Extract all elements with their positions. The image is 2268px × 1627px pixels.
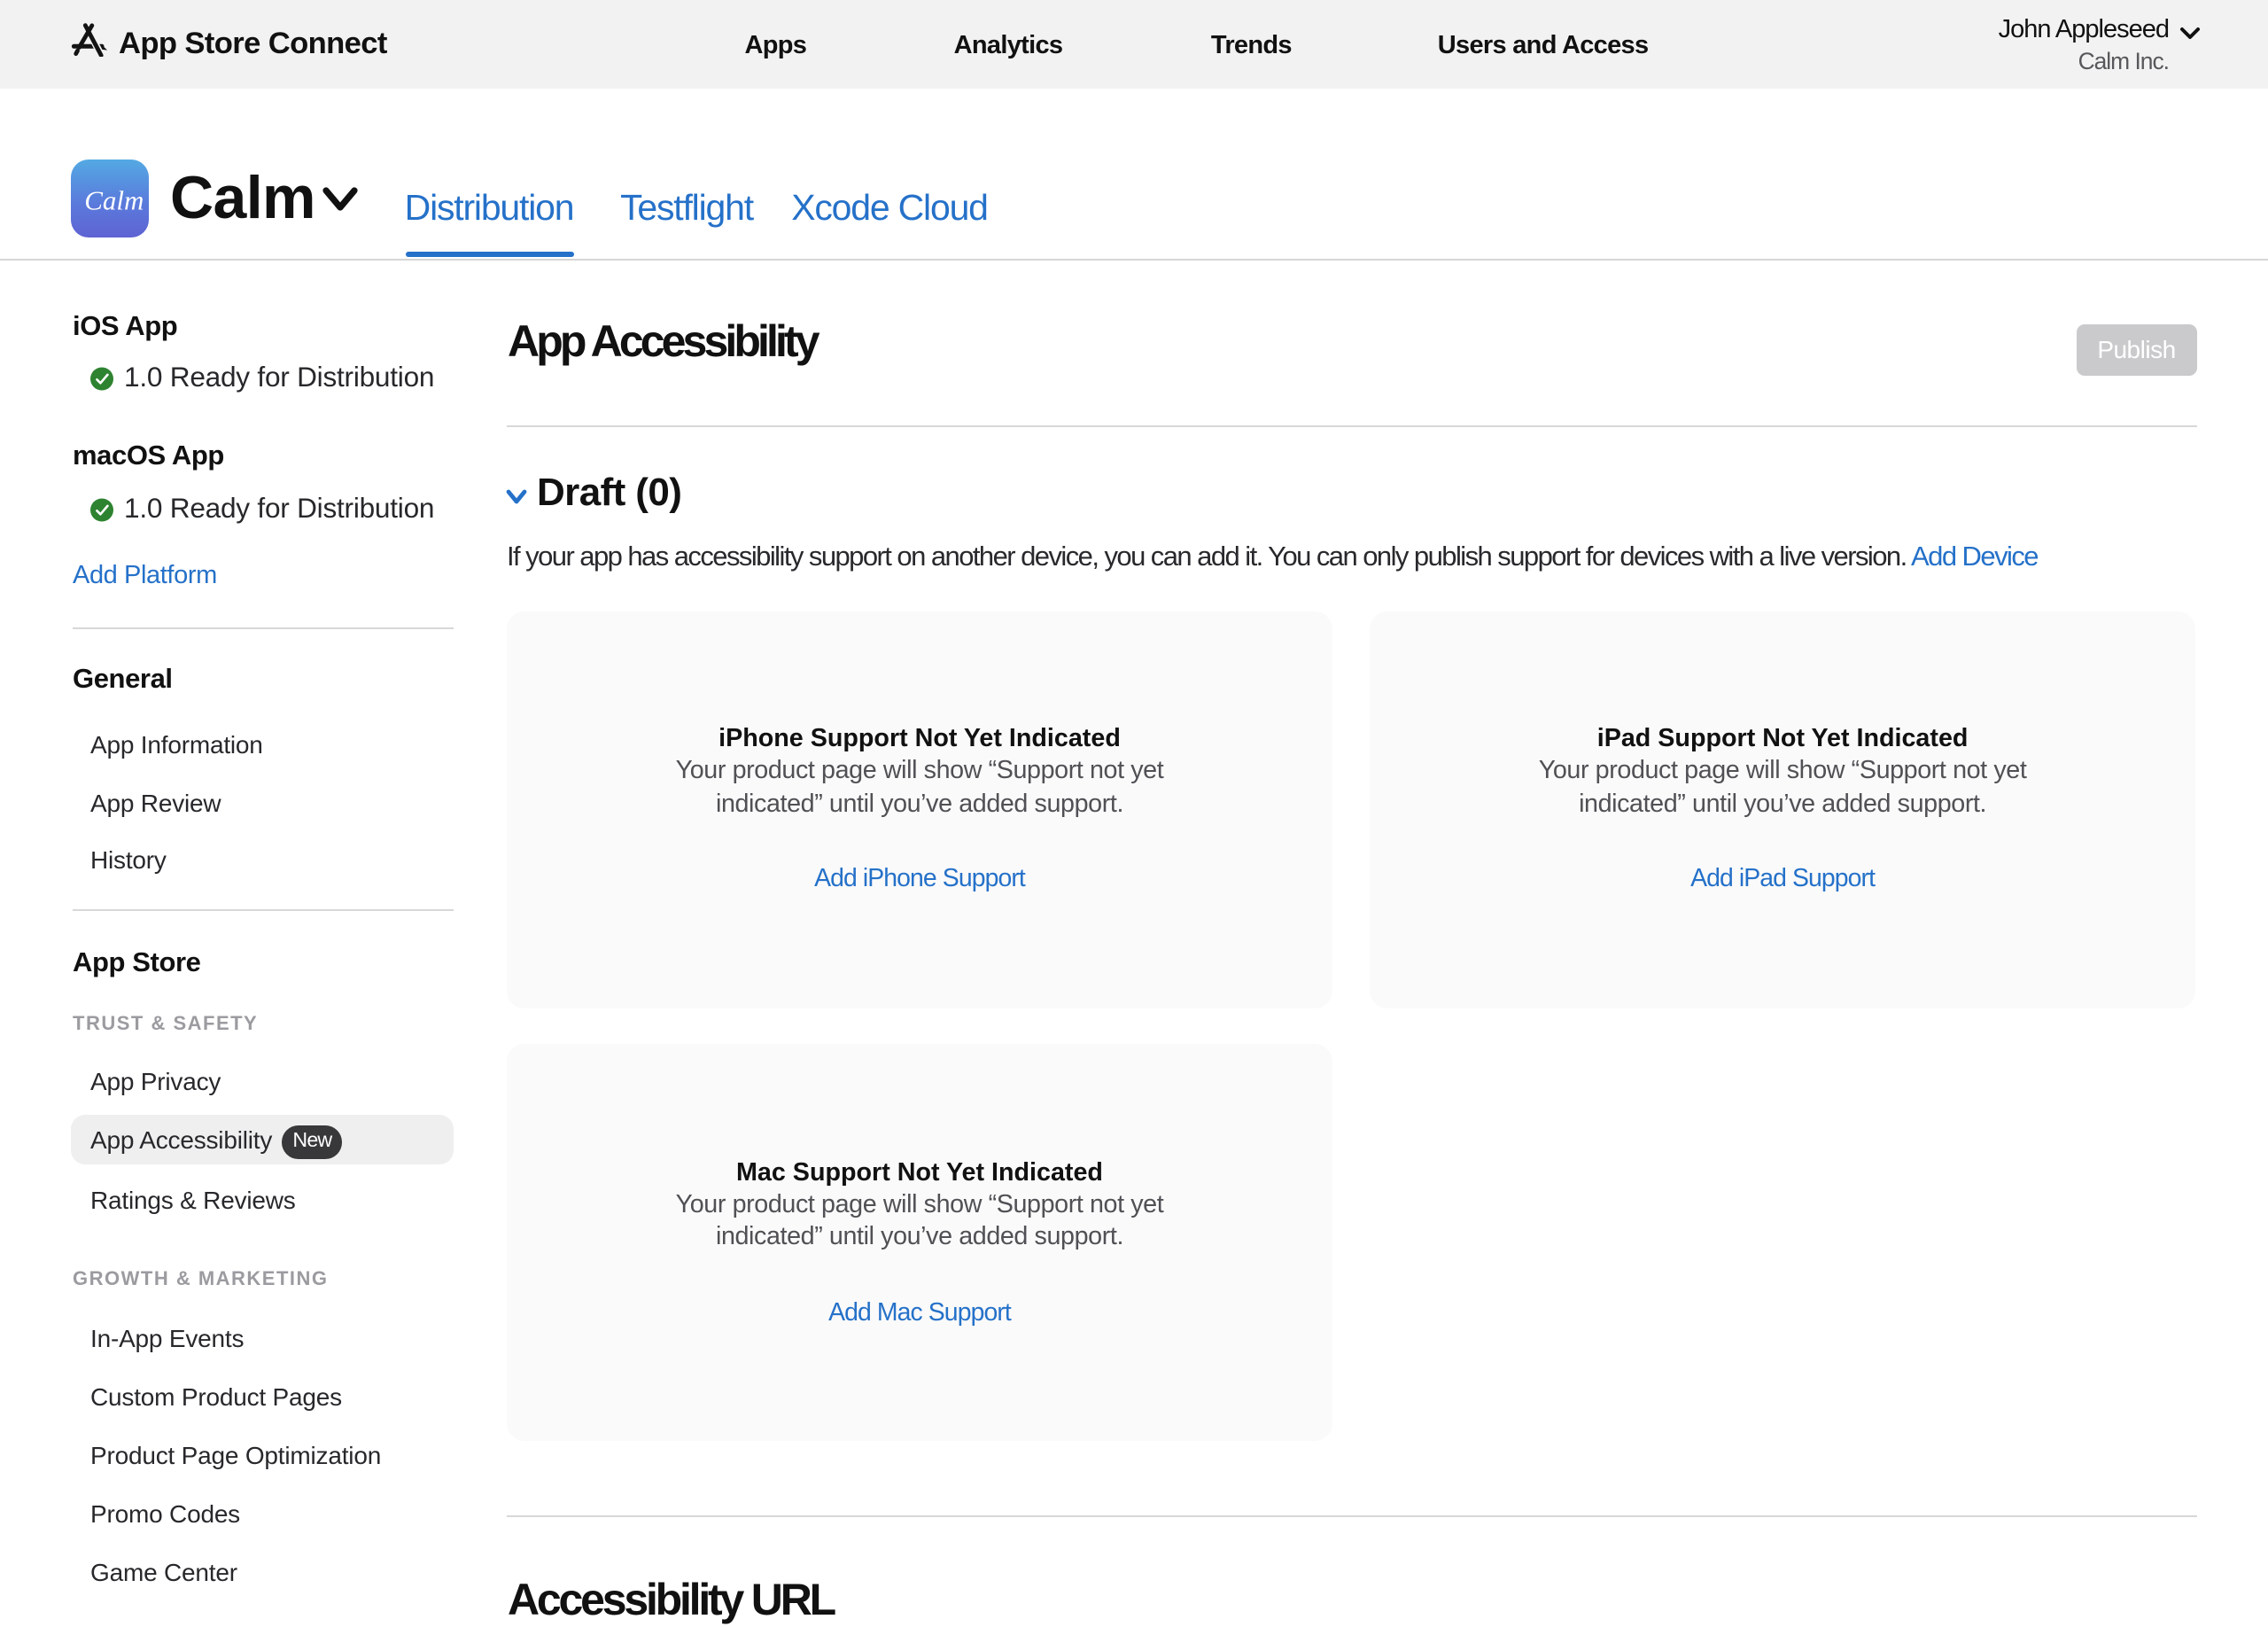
svg-text:Calm: Calm	[84, 184, 144, 215]
